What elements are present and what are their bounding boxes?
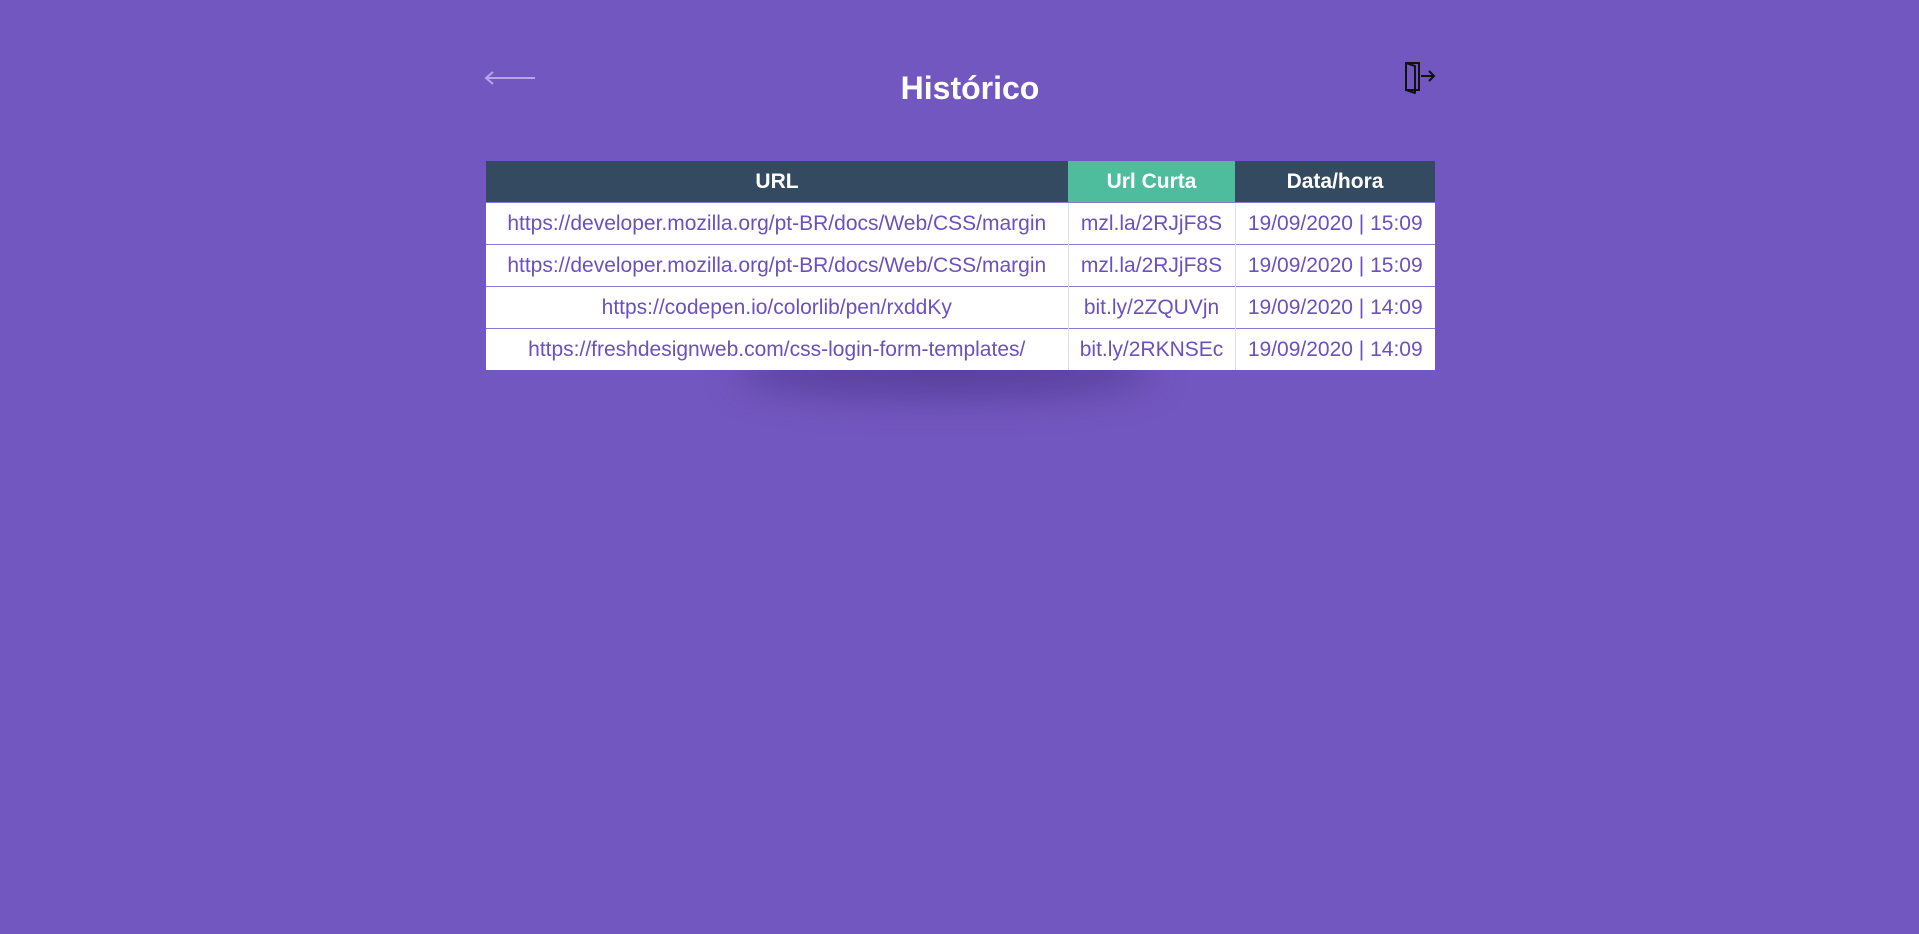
table-row: https://developer.mozilla.org/pt-BR/docs… [486, 244, 1435, 287]
history-page: Histórico URL Url Curta Data/hora https:… [0, 0, 1919, 934]
url-cell[interactable]: https://developer.mozilla.org/pt-BR/docs… [486, 202, 1068, 245]
datetime-cell: 19/09/2020 | 15:09 [1234, 202, 1435, 245]
column-header-short-url: Url Curta [1068, 161, 1235, 203]
url-cell[interactable]: https://freshdesignweb.com/css-login-for… [486, 328, 1068, 370]
history-table: URL Url Curta Data/hora https://develope… [486, 161, 1435, 370]
datetime-cell: 19/09/2020 | 14:09 [1234, 328, 1435, 370]
table-header-row: URL Url Curta Data/hora [486, 161, 1435, 203]
table-row: https://codepen.io/colorlib/pen/rxddKy b… [486, 286, 1435, 329]
logout-button[interactable] [1403, 59, 1437, 95]
datetime-cell: 19/09/2020 | 14:09 [1234, 286, 1435, 329]
page-title: Histórico [900, 70, 1040, 106]
short-url-cell[interactable]: bit.ly/2ZQUVjn [1067, 286, 1235, 329]
logout-icon [1405, 62, 1436, 94]
table-row: https://developer.mozilla.org/pt-BR/docs… [486, 202, 1435, 245]
table-row: https://freshdesignweb.com/css-login-for… [486, 328, 1435, 370]
column-header-datetime: Data/hora [1235, 161, 1435, 203]
short-url-cell[interactable]: mzl.la/2RJjF8S [1067, 202, 1235, 245]
datetime-cell: 19/09/2020 | 15:09 [1234, 244, 1435, 287]
url-cell[interactable]: https://developer.mozilla.org/pt-BR/docs… [486, 244, 1068, 287]
short-url-cell[interactable]: bit.ly/2RKNSEc [1067, 328, 1235, 370]
short-url-cell[interactable]: mzl.la/2RJjF8S [1067, 244, 1235, 287]
history-table-container: URL Url Curta Data/hora https://develope… [486, 161, 1435, 370]
url-cell[interactable]: https://codepen.io/colorlib/pen/rxddKy [486, 286, 1068, 329]
column-header-url: URL [486, 161, 1068, 203]
